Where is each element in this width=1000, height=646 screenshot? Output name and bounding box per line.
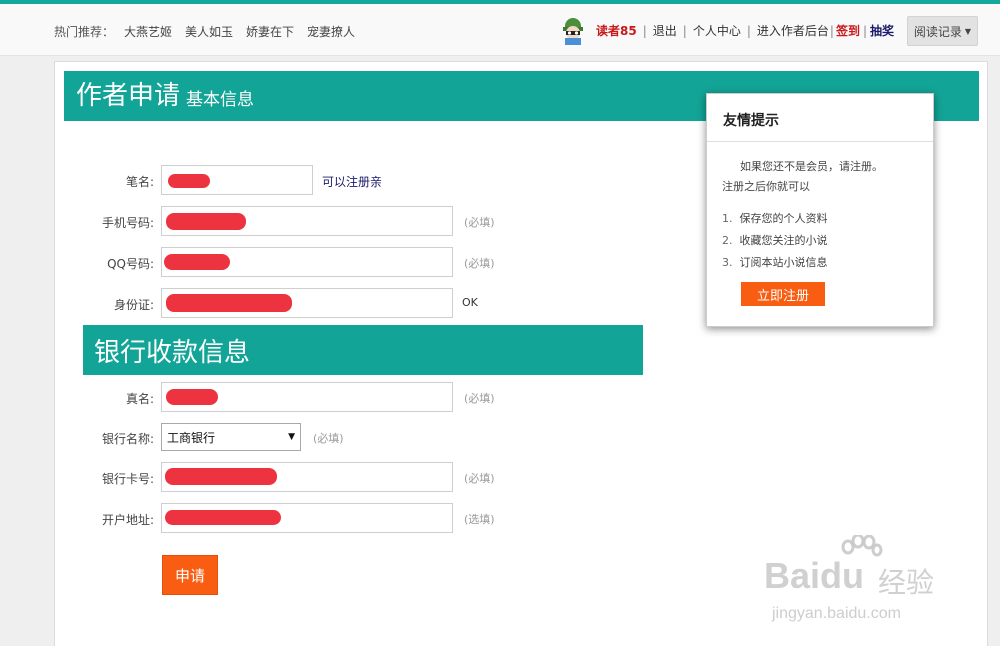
bank-section-title: 银行收款信息 (94, 337, 251, 368)
tip-item-text: 收藏您关注的小说 (739, 234, 828, 247)
bank-name-label: 银行名称: (101, 432, 154, 446)
tip-item-text: 订阅本站小说信息 (739, 256, 828, 269)
user-avatar-icon[interactable] (560, 17, 586, 45)
phone-label: 手机号码: (101, 216, 154, 230)
phone-required-hint: (必填) (464, 216, 495, 229)
card-number-label: 银行卡号: (101, 472, 154, 486)
tip-text-benefits: 注册之后你就可以 (722, 180, 810, 193)
qq-required-hint: (必填) (464, 257, 495, 270)
nav-separator: | (682, 23, 687, 38)
bank-address-input[interactable] (161, 503, 453, 533)
apply-submit-button[interactable]: 申请 (162, 555, 218, 595)
checkin-link[interactable]: 签到 (836, 22, 860, 39)
tip-title: 友情提示 (723, 113, 779, 129)
baidu-jingyan-watermark: Baidu 经验 jingyan.baidu.com (758, 535, 948, 630)
caret-down-icon: ▼ (964, 26, 972, 36)
redaction-mark (166, 389, 218, 405)
bank-name-select[interactable]: 工商银行 ▼ (161, 423, 301, 451)
username-link[interactable]: 读者85 (596, 22, 637, 39)
page-subtitle: 基本信息 (186, 90, 255, 110)
real-name-required-hint: (必填) (464, 392, 495, 405)
friendly-tip-popup: 友情提示 如果您还不是会员，请注册。 注册之后你就可以 1. 保存您的个人资料 2… (706, 93, 934, 327)
card-number-input[interactable] (161, 462, 453, 492)
list-item: 2. 收藏您关注的小说 (722, 234, 828, 247)
watermark-cn: 经验 (878, 566, 935, 599)
list-item: 3. 订阅本站小说信息 (722, 256, 828, 269)
lottery-link[interactable]: 抽奖 (870, 22, 894, 39)
bank-address-label: 开户地址: (101, 513, 154, 527)
hot-links: 大燕艺姬 美人如玉 娇妻在下 宠妻撩人 (124, 23, 355, 40)
reading-history-label: 阅读记录 (913, 24, 962, 39)
redaction-mark (164, 254, 230, 270)
author-backend-link[interactable]: 进入作者后台 (757, 22, 829, 39)
register-now-button[interactable]: 立即注册 (741, 282, 825, 306)
bank-name-required-hint: (必填) (313, 432, 344, 445)
dropdown-arrow-icon: ▼ (288, 432, 295, 442)
tip-divider (707, 141, 933, 142)
watermark-brand: Baidu (764, 555, 865, 596)
phone-input[interactable] (161, 206, 453, 236)
logout-link[interactable]: 退出 (653, 22, 677, 39)
pen-name-input[interactable] (161, 165, 313, 195)
bank-selected-value: 工商银行 (167, 430, 216, 445)
hot-link-3[interactable]: 娇妻在下 (246, 23, 294, 40)
tip-item-text: 保存您的个人资料 (739, 212, 828, 225)
qq-label: QQ号码: (107, 257, 154, 271)
redaction-mark (166, 294, 292, 312)
bank-address-optional-hint: (选填) (464, 513, 495, 526)
bank-info-header: 银行收款信息 (83, 325, 643, 375)
nav-separator: | (829, 23, 834, 38)
nav-separator: | (746, 23, 751, 38)
user-nav: 读者85 | 退出 | 个人中心 | 进入作者后台 | 签到 | 抽奖 (596, 22, 894, 39)
card-number-required-hint: (必填) (464, 472, 495, 485)
hot-link-4[interactable]: 宠妻撩人 (307, 23, 355, 40)
tip-text-register: 如果您还不是会员，请注册。 (740, 160, 883, 173)
user-center-link[interactable]: 个人中心 (693, 22, 741, 39)
pen-name-label: 笔名: (125, 175, 154, 189)
watermark-url: jingyan.baidu.com (772, 605, 901, 622)
real-name-label: 真名: (125, 392, 154, 406)
id-card-label: 身份证: (113, 298, 154, 312)
id-card-input[interactable] (161, 288, 453, 318)
reading-history-button[interactable]: 阅读记录 ▼ (907, 16, 978, 46)
hot-link-2[interactable]: 美人如玉 (185, 23, 233, 40)
page-title: 作者申请 (76, 81, 181, 111)
redaction-mark (165, 510, 281, 525)
id-card-ok-hint: OK (462, 296, 478, 309)
nav-separator: | (862, 23, 867, 38)
nav-separator: | (642, 23, 647, 38)
redaction-mark (168, 174, 210, 188)
qq-input[interactable] (161, 247, 453, 277)
hot-recommend-label: 热门推荐： (54, 25, 115, 39)
pen-name-register-hint[interactable]: 可以注册亲 (322, 173, 382, 190)
redaction-mark (165, 468, 277, 485)
top-navigation-bar: 热门推荐： 大燕艺姬 美人如玉 娇妻在下 宠妻撩人 读者85 | 退出 | 个人… (0, 4, 1000, 56)
hot-link-1[interactable]: 大燕艺姬 (124, 23, 172, 40)
redaction-mark (166, 213, 246, 230)
real-name-input[interactable] (161, 382, 453, 412)
list-item: 1. 保存您的个人资料 (722, 212, 828, 225)
tip-benefits-list: 1. 保存您的个人资料 2. 收藏您关注的小说 3. 订阅本站小说信息 (722, 210, 828, 276)
